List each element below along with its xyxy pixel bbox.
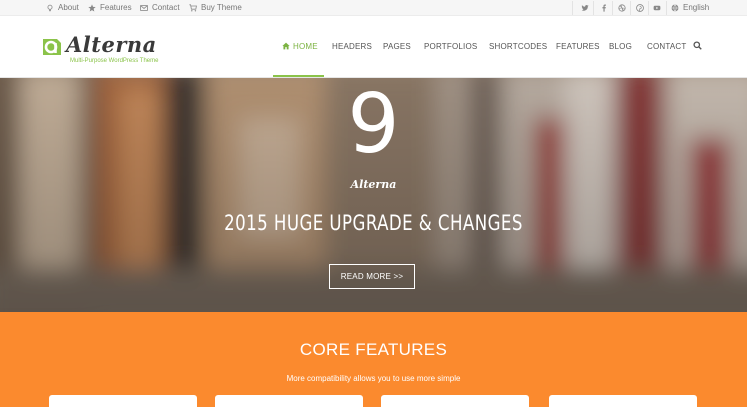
top-bar: About Features Contact Buy Theme English [0, 0, 747, 16]
section-title: CORE FEATURES [299, 340, 448, 359]
globe-icon [671, 3, 679, 12]
top-link-label: Buy Theme [201, 3, 242, 12]
nav-headers[interactable]: Headers [332, 42, 372, 51]
nav-label: Features [556, 42, 600, 51]
top-link-contact[interactable]: Contact [140, 3, 180, 12]
language-selector[interactable]: English [671, 3, 709, 12]
top-link-features[interactable]: Features [88, 3, 132, 12]
facebook-link[interactable] [599, 2, 609, 13]
section-subtitle: More compatibility allows you to use mor… [286, 374, 461, 383]
divider [572, 1, 573, 15]
language-label: English [683, 3, 710, 12]
nav-label: Home [293, 42, 318, 51]
top-link-label: About [58, 3, 79, 12]
divider [593, 1, 594, 15]
hero-title: 2015 HUGE UPGRADE & CHANGES [224, 211, 523, 235]
nav-label: Pages [383, 42, 411, 51]
twitter-icon [581, 4, 589, 11]
nav-home[interactable]: Home [282, 42, 318, 51]
divider [630, 1, 631, 15]
nav-label: Blog [609, 42, 633, 51]
logo-wordmark: Alterna [66, 32, 157, 57]
youtube-icon [653, 5, 661, 10]
logo-tagline: Multi-Purpose WordPress Theme [70, 58, 159, 64]
logo-badge-icon [43, 39, 61, 55]
divider [612, 1, 613, 15]
youtube-link[interactable] [652, 2, 662, 13]
divider [648, 1, 649, 15]
dribbble-icon [618, 3, 626, 12]
star-icon [88, 3, 96, 12]
pinterest-link[interactable] [635, 2, 645, 13]
nav-label: Portfolios [424, 42, 478, 51]
site-header: Alterna Multi-Purpose WordPress Theme Ho… [0, 16, 747, 78]
nav-shortcodes[interactable]: Shortcodes [489, 42, 547, 51]
feature-card [215, 395, 363, 407]
hero-brand: Alterna [350, 178, 397, 191]
envelope-icon [140, 4, 148, 11]
lightbulb-icon [47, 4, 53, 11]
divider [666, 1, 667, 15]
feature-card [381, 395, 529, 407]
cart-icon [189, 3, 197, 12]
facebook-icon [602, 4, 606, 12]
nav-label: Headers [332, 42, 373, 51]
nav-active-indicator [273, 75, 324, 77]
nav-features[interactable]: Features [556, 42, 600, 51]
twitter-link[interactable] [580, 2, 590, 13]
home-icon [282, 42, 290, 50]
hero-version-number: 9 [347, 78, 400, 172]
top-link-label: Contact [152, 3, 180, 12]
nav-contact[interactable]: Contact [647, 42, 686, 51]
core-features-section: CORE FEATURES More compatibility allows … [0, 312, 747, 407]
nav-label: Shortcodes [489, 42, 548, 51]
feature-card [549, 395, 697, 407]
nav-portfolios[interactable]: Portfolios [424, 42, 477, 51]
top-link-about[interactable]: About [46, 3, 79, 12]
nav-label: Contact [647, 42, 687, 51]
top-link-buy-theme[interactable]: Buy Theme [189, 3, 242, 12]
search-icon[interactable] [693, 41, 702, 50]
read-more-button[interactable]: READ MORE >> [329, 264, 415, 289]
dribbble-link[interactable] [617, 2, 627, 13]
nav-pages[interactable]: Pages [383, 42, 411, 51]
feature-card [49, 395, 197, 407]
pinterest-icon [636, 3, 644, 12]
hero-banner: 9 Alterna 2015 HUGE UPGRADE & CHANGES RE… [0, 78, 747, 312]
nav-blog[interactable]: Blog [609, 42, 632, 51]
top-link-label: Features [100, 3, 132, 12]
